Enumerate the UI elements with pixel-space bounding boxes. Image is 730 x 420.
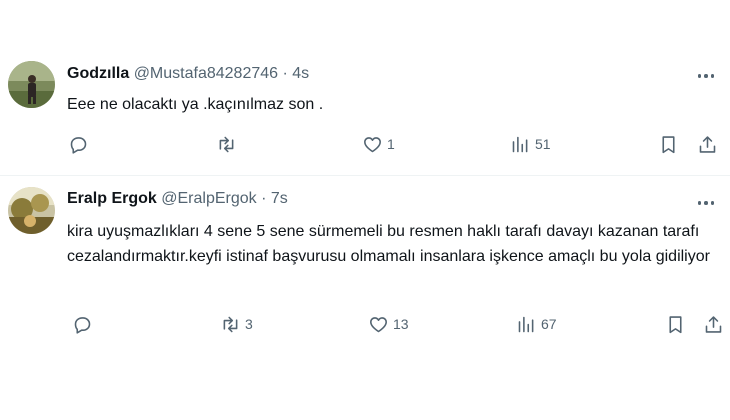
share-icon <box>699 135 716 153</box>
retweet-count: 3 <box>245 316 253 332</box>
reply-icon <box>70 136 87 154</box>
view-count: 67 <box>541 316 557 332</box>
action-bar: 1 51 <box>0 132 730 156</box>
tweet[interactable]: Godzılla @Mustafa84282746 · 4s Eee ne ol… <box>0 46 730 176</box>
share-icon <box>705 315 722 333</box>
timestamp[interactable]: 4s <box>292 65 309 82</box>
like-button[interactable]: 13 <box>368 312 409 336</box>
tweet-header: Eralp Ergok @EralpErgok · 7s <box>67 189 288 209</box>
retweet-button[interactable] <box>216 132 241 156</box>
avatar-photo-icon <box>8 187 55 234</box>
views-button[interactable]: 67 <box>516 312 557 336</box>
retweet-icon <box>219 136 234 152</box>
separator-dot: · <box>261 190 267 207</box>
avatar[interactable] <box>8 61 55 108</box>
views-icon <box>518 316 534 332</box>
view-count: 51 <box>535 136 551 152</box>
like-button[interactable]: 1 <box>362 132 395 156</box>
avatar[interactable] <box>8 187 55 234</box>
views-button[interactable]: 51 <box>510 132 551 156</box>
tweet-header: Godzılla @Mustafa84282746 · 4s <box>67 64 309 84</box>
like-icon <box>364 136 381 152</box>
retweet-icon <box>223 316 238 332</box>
share-button[interactable] <box>697 132 718 156</box>
more-icon[interactable] <box>696 66 716 86</box>
views-icon <box>512 136 528 152</box>
like-count: 13 <box>393 316 409 332</box>
retweet-button[interactable]: 3 <box>220 312 253 336</box>
like-count: 1 <box>387 136 395 152</box>
tweet-text: kira uyuşmazlıkları 4 sene 5 sene sürmem… <box>67 223 710 265</box>
author-name[interactable]: Godzılla <box>67 65 129 82</box>
reply-icon <box>74 316 91 334</box>
like-icon <box>370 316 387 332</box>
action-bar: 3 13 67 <box>0 312 730 336</box>
author-name[interactable]: Eralp Ergok <box>67 190 157 207</box>
reply-button[interactable] <box>72 312 97 336</box>
bookmark-button[interactable] <box>665 312 686 336</box>
bookmark-button[interactable] <box>658 132 679 156</box>
separator-dot: · <box>282 65 288 82</box>
tweet[interactable]: Eralp Ergok @EralpErgok · 7s kira uyuşma… <box>0 177 730 337</box>
timestamp[interactable]: 7s <box>271 190 288 207</box>
tweet-text: Eee ne olacaktı ya .kaçınılmaz son . <box>67 96 324 113</box>
bookmark-icon <box>662 135 675 153</box>
avatar-photo-icon <box>8 61 55 108</box>
share-button[interactable] <box>703 312 724 336</box>
more-icon[interactable] <box>696 193 716 213</box>
author-handle[interactable]: @Mustafa84282746 <box>134 65 278 82</box>
bookmark-icon <box>669 315 682 333</box>
reply-button[interactable] <box>68 132 93 156</box>
author-handle[interactable]: @EralpErgok <box>161 190 256 207</box>
tweet-divider <box>0 175 730 176</box>
